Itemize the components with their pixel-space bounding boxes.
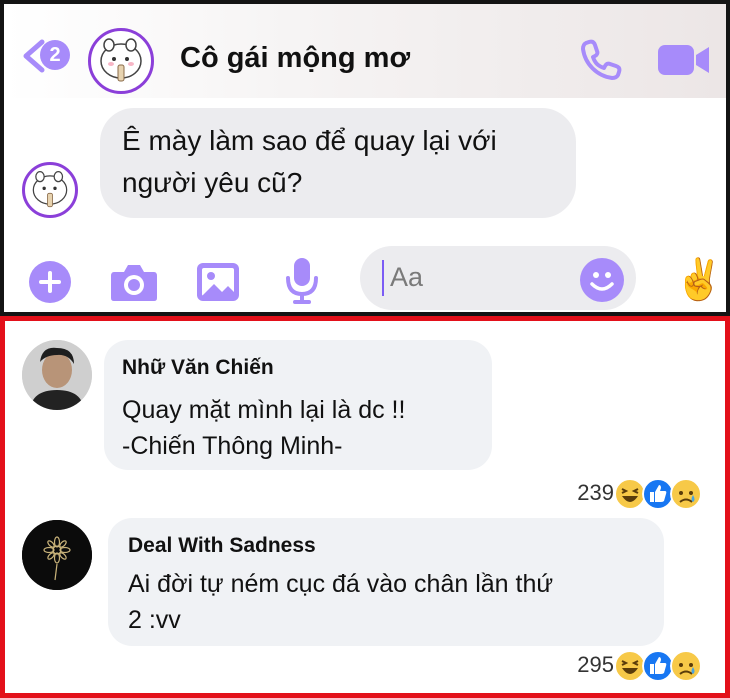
message-input-placeholder: Aa	[390, 262, 424, 292]
bunny-sticker-icon	[32, 171, 68, 208]
person-photo-icon	[22, 340, 92, 410]
incoming-message-text: Ê mày làm sao để quay lại với người yêu …	[122, 125, 497, 198]
reaction-count: 295	[577, 652, 614, 677]
comments-section: Nhữ Văn Chiến Quay mặt mình lại là dc !!…	[0, 316, 730, 698]
reaction-summary[interactable]: 239	[520, 478, 710, 512]
text-caret	[382, 260, 384, 296]
bunny-sticker-icon	[100, 38, 142, 82]
sad-icon	[670, 650, 702, 682]
messenger-chat-screen: 2 Cô gái mộng mơ Ê mày làm sao để quay l…	[0, 0, 730, 316]
victory-hand-icon[interactable]: ✌️	[674, 254, 724, 306]
unread-count-badge: 2	[40, 40, 70, 70]
phone-icon[interactable]	[580, 38, 622, 80]
emoji-smiley-icon[interactable]	[580, 258, 624, 302]
contact-avatar[interactable]	[88, 28, 154, 94]
comment-author[interactable]: Nhữ Văn Chiến	[122, 356, 274, 380]
sad-icon	[670, 478, 702, 510]
comment-text-line: -Chiến Thông Minh-	[122, 432, 343, 460]
incoming-message-bubble[interactable]: Ê mày làm sao để quay lại với người yêu …	[100, 108, 576, 218]
comment-bubble[interactable]: Nhữ Văn Chiến Quay mặt mình lại là dc !!…	[104, 340, 492, 470]
contact-name[interactable]: Cô gái mộng mơ	[180, 42, 410, 75]
reaction-count: 239	[577, 480, 614, 505]
video-camera-icon[interactable]	[656, 42, 712, 78]
sender-avatar[interactable]	[22, 162, 78, 218]
commenter-avatar[interactable]	[22, 340, 92, 410]
plus-icon[interactable]	[28, 260, 72, 304]
reaction-summary[interactable]: 295	[520, 650, 710, 684]
comment-text-line: Quay mặt mình lại là dc !!	[122, 396, 406, 424]
comment-text-line: Ai đời tự ném cục đá vào chân lần thứ	[128, 570, 554, 598]
comment-author[interactable]: Deal With Sadness	[128, 534, 316, 558]
camera-icon[interactable]	[110, 262, 158, 302]
comment-bubble[interactable]: Deal With Sadness Ai đời tự ném cục đá v…	[108, 518, 664, 646]
microphone-icon[interactable]	[284, 256, 320, 306]
comment-text-line: 2 :vv	[128, 606, 181, 634]
photo-gallery-icon[interactable]	[196, 262, 240, 302]
commenter-avatar[interactable]	[22, 520, 92, 590]
sunflower-logo-icon	[22, 520, 92, 590]
